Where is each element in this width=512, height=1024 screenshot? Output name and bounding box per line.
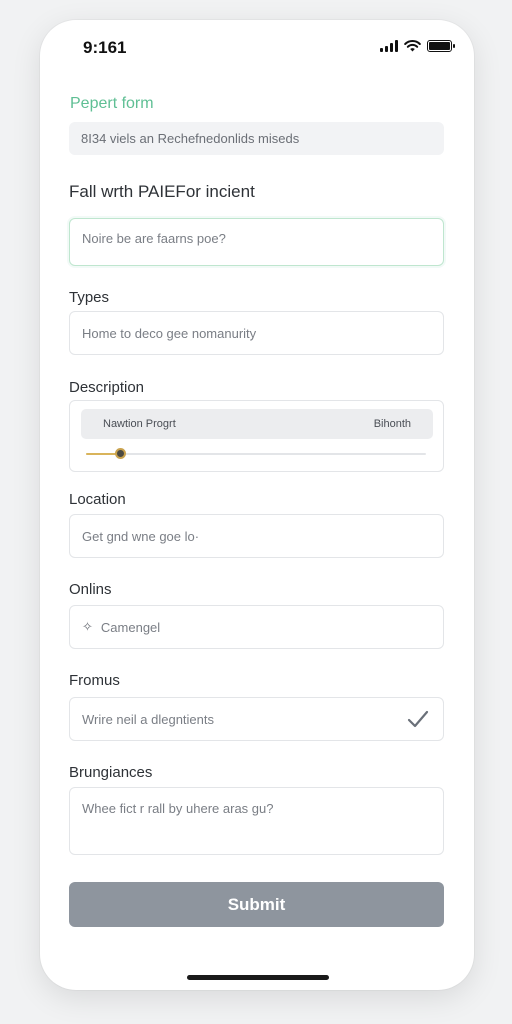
cellular-signal-icon: [380, 40, 398, 52]
status-time: 9:161: [83, 38, 127, 57]
submit-button[interactable]: Submit: [69, 882, 444, 927]
wifi-icon: [404, 40, 421, 52]
section-heading: Fall wrth PAIEFor incient: [69, 182, 255, 201]
home-indicator: [187, 975, 329, 980]
fromus-input[interactable]: Wrire neil a dlegntients: [69, 697, 444, 741]
description-slider[interactable]: [86, 448, 426, 459]
form-title: Pepert form: [70, 95, 154, 112]
description-panel: Nawtion Progrt Bihonth: [69, 400, 444, 472]
status-bar: 9:161: [40, 20, 474, 76]
fromus-input-placeholder: Wrire neil a dlegntients: [82, 711, 214, 727]
info-banner: 8I34 viels an Rechefnedonlids miseds: [69, 122, 444, 155]
types-input[interactable]: Home to deco gee nomanurity: [69, 311, 444, 355]
brungiances-label: Brungiances: [69, 764, 153, 781]
segment-right-label: Bihonth: [373, 418, 411, 430]
description-label: Description: [69, 379, 145, 396]
slider-thumb[interactable]: [115, 448, 126, 459]
checkmark-icon: [407, 710, 429, 728]
onlins-input[interactable]: ✧ Camengel: [69, 605, 444, 649]
description-segment-bar[interactable]: Nawtion Progrt Bihonth: [81, 409, 433, 439]
battery-icon: [427, 40, 455, 52]
types-input-placeholder: Home to deco gee nomanurity: [82, 325, 257, 341]
status-icons: [380, 40, 455, 52]
brungiances-textarea[interactable]: Whee fict r rall by uhere aras gu?: [69, 787, 444, 855]
location-input[interactable]: Get gnd wne goe lo·: [69, 514, 444, 558]
onlins-input-placeholder: Camengel: [100, 619, 161, 635]
location-label: Location: [69, 491, 126, 508]
incident-input-placeholder: Noire be are faarns poe?: [82, 231, 226, 246]
spark-icon: ✧: [82, 619, 93, 634]
segment-left-label: Nawtion Progrt: [103, 418, 176, 430]
fromus-label: Fromus: [69, 672, 120, 689]
onlins-label: Onlins: [69, 581, 112, 598]
phone-frame: 9:161 Pepert form 8I34 viels an Rechefne…: [40, 20, 474, 990]
brungiances-placeholder: Whee fict r rall by uhere aras gu?: [82, 801, 274, 816]
types-label: Types: [69, 289, 110, 306]
location-input-placeholder: Get gnd wne goe lo·: [82, 528, 200, 544]
incident-input[interactable]: Noire be are faarns poe?: [69, 218, 444, 266]
